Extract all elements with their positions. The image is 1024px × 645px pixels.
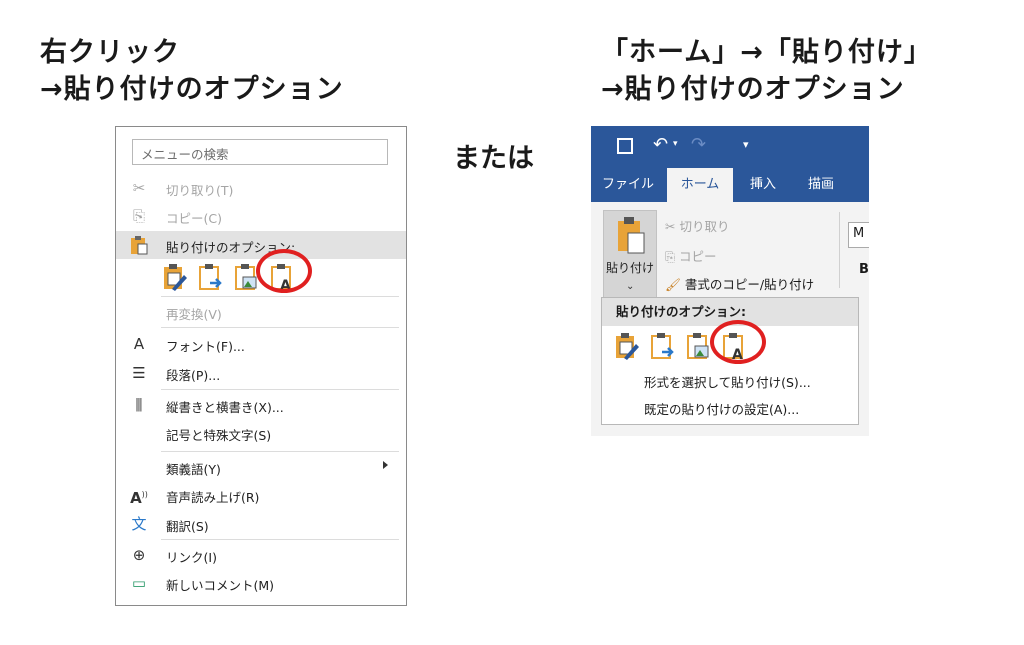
menu-separator: [161, 389, 399, 390]
ribbon-copy-label: コピー: [679, 249, 717, 264]
menu-item-reconvert-label: 再変換(V): [166, 307, 222, 322]
clipboard-icon: [128, 235, 150, 255]
font-name-box[interactable]: M: [848, 222, 869, 248]
menu-item-paragraph[interactable]: ☰ 段落(P)...: [116, 359, 406, 387]
left-heading-line1: 右クリック: [40, 37, 180, 68]
paste-clipboard-icon: [618, 217, 645, 254]
menu-item-symbols-label: 記号と特殊文字(S): [166, 428, 272, 443]
text-direction-icon: ⫼: [135, 396, 143, 414]
highlight-circle: [256, 249, 312, 293]
undo-icon[interactable]: ↶: [653, 134, 668, 155]
right-heading: 「ホーム」→「貼り付け」 →貼り付けのオプション: [601, 34, 932, 108]
undo-dropdown-icon[interactable]: ▾: [673, 139, 678, 149]
tab-draw[interactable]: 描画: [793, 168, 849, 202]
save-icon[interactable]: [617, 138, 633, 154]
left-heading: 右クリック →貼り付けのオプション: [40, 34, 344, 108]
menu-item-read-aloud[interactable]: A)) 音声読み上げ(R): [116, 481, 406, 509]
paste-special-option[interactable]: 形式を選択して貼り付け(S)...: [644, 372, 811, 391]
scissors-icon: ✂: [665, 219, 676, 234]
paste-picture-icon[interactable]: [686, 332, 712, 362]
paste-button-label: 貼り付け: [605, 261, 654, 275]
menu-separator: [161, 539, 399, 540]
read-aloud-icon: A)): [130, 489, 148, 507]
ribbon-tabs: ファイル ホーム 挿入 描画: [591, 168, 869, 202]
redo-icon: ↷: [691, 134, 707, 155]
menu-item-link-label: リンク(I): [166, 550, 217, 565]
word-ribbon: ↶ ▾ ↷ ▾ ファイル ホーム 挿入 描画 貼り付け ⌄ ✂ 切り取り ⎘ コ…: [591, 126, 869, 436]
or-label: または: [453, 143, 534, 174]
menu-item-paste-options: 貼り付けのオプション:: [116, 231, 406, 259]
menu-item-translate-label: 翻訳(S): [166, 519, 209, 534]
paste-keep-source-formatting-icon[interactable]: [162, 263, 188, 293]
chevron-down-icon: ⌄: [626, 281, 635, 292]
right-heading-line2: →貼り付けのオプション: [601, 74, 905, 105]
menu-item-font[interactable]: A フォント(F)...: [116, 330, 406, 358]
tab-insert[interactable]: 挿入: [737, 168, 789, 202]
menu-item-thesaurus-label: 類義語(Y): [166, 462, 221, 477]
paste-merge-formatting-icon[interactable]: [650, 332, 676, 362]
ribbon-format-painter[interactable]: 🖌 書式のコピー/貼り付け: [665, 274, 814, 293]
scissors-icon: ✂: [132, 179, 146, 197]
menu-separator: [161, 327, 399, 328]
menu-item-read-aloud-label: 音声読み上げ(R): [166, 490, 260, 505]
font-icon: A: [133, 335, 145, 353]
format-painter-icon: 🖌: [665, 277, 681, 292]
paste-dropdown: 貼り付けのオプション: A 形式を選択して貼り付け(S)... 既定の貼り付けの…: [601, 297, 859, 425]
menu-separator: [161, 451, 399, 452]
paste-options-row: A: [162, 249, 312, 297]
customize-qat-icon[interactable]: ▾: [743, 138, 749, 151]
paragraph-icon: ☰: [132, 364, 146, 382]
comment-icon: ▭: [131, 574, 147, 592]
ribbon-cut-label: 切り取り: [679, 219, 730, 234]
copy-icon: ⎘: [665, 249, 676, 264]
bold-button[interactable]: B: [859, 262, 869, 277]
ribbon-copy[interactable]: ⎘ コピー: [665, 246, 717, 265]
menu-item-translate[interactable]: 文 翻訳(S): [116, 510, 406, 538]
context-menu: メニューの検索 ✂ 切り取り(T) ⎘ コピー(C) 貼り付けのオプション: A…: [115, 126, 407, 606]
menu-item-text-direction-label: 縦書きと横書き(X)...: [166, 400, 284, 415]
menu-item-text-direction[interactable]: ⫼ 縦書きと横書き(X)...: [116, 391, 406, 419]
menu-item-reconvert[interactable]: 再変換(V): [116, 298, 406, 326]
menu-search-input[interactable]: メニューの検索: [132, 139, 388, 165]
default-paste-option[interactable]: 既定の貼り付けの設定(A)...: [644, 399, 799, 418]
highlight-circle: [710, 320, 766, 364]
read-aloud-icon-letter: A: [130, 489, 142, 507]
paste-merge-formatting-icon[interactable]: [198, 263, 224, 293]
menu-item-font-label: フォント(F)...: [166, 339, 245, 354]
submenu-arrow-icon: [383, 461, 388, 469]
menu-item-copy[interactable]: ⎘ コピー(C): [116, 202, 406, 230]
ribbon-home-body: 貼り付け ⌄ ✂ 切り取り ⎘ コピー 🖌 書式のコピー/貼り付け M B: [591, 202, 869, 298]
ribbon-format-painter-label: 書式のコピー/貼り付け: [684, 277, 815, 292]
menu-item-thesaurus[interactable]: 類義語(Y): [116, 453, 406, 481]
menu-item-symbols[interactable]: 記号と特殊文字(S): [116, 419, 406, 447]
paste-button[interactable]: 貼り付け ⌄: [603, 210, 657, 298]
menu-item-cut-label: 切り取り(T): [166, 183, 234, 198]
copy-icon: ⎘: [132, 207, 145, 225]
right-heading-line1: 「ホーム」→「貼り付け」: [601, 37, 932, 68]
paste-keep-source-formatting-icon[interactable]: [614, 332, 640, 362]
left-heading-line2: →貼り付けのオプション: [40, 74, 344, 105]
ribbon-paste-options-row: A: [614, 320, 766, 366]
tab-file[interactable]: ファイル: [591, 168, 665, 202]
tab-home[interactable]: ホーム: [667, 168, 733, 202]
menu-item-cut[interactable]: ✂ 切り取り(T): [116, 174, 406, 202]
menu-item-paragraph-label: 段落(P)...: [166, 368, 221, 383]
menu-item-new-comment[interactable]: ▭ 新しいコメント(M): [116, 569, 406, 597]
link-icon: ⊕: [132, 546, 146, 564]
translate-icon: 文: [131, 515, 147, 533]
ribbon-group-divider: [839, 212, 840, 288]
menu-separator: [161, 296, 399, 297]
menu-item-copy-label: コピー(C): [166, 211, 222, 226]
menu-item-new-comment-label: 新しいコメント(M): [166, 578, 275, 593]
quick-access-toolbar: ↶ ▾ ↷ ▾: [591, 126, 869, 168]
ribbon-cut[interactable]: ✂ 切り取り: [665, 216, 729, 235]
menu-item-link[interactable]: ⊕ リンク(I): [116, 541, 406, 569]
